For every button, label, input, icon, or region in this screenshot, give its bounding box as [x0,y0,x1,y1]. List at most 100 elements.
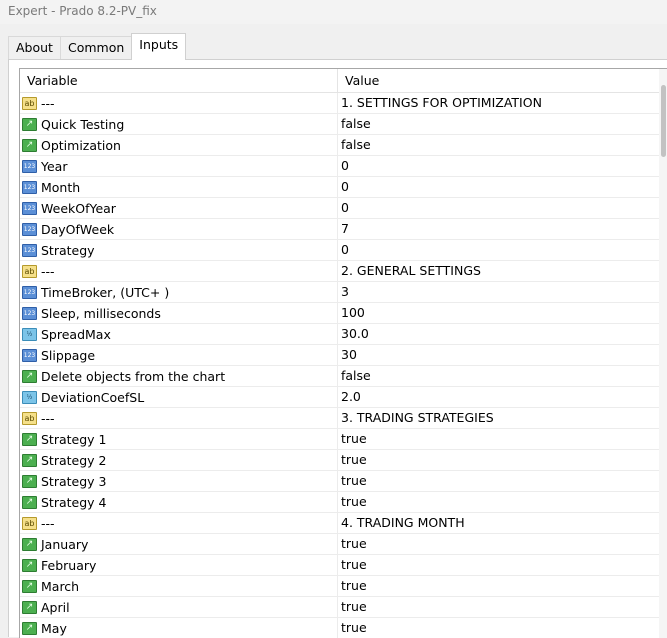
scrollbar-thumb[interactable] [661,85,666,157]
table-row[interactable]: ↗ Strategy 1 true [20,429,667,450]
value-cell[interactable]: true [338,450,651,470]
variable-cell[interactable]: 123 DayOfWeek [20,219,338,239]
double-type-icon: ½ [22,327,37,341]
string-type-icon: ab [22,516,37,530]
table-row[interactable]: ½ SpreadMax 30.0 [20,324,667,345]
variable-cell[interactable]: ↗ Optimization [20,135,338,155]
table-row[interactable]: 123 Strategy 0 [20,240,667,261]
variable-cell[interactable]: 123 WeekOfYear [20,198,338,218]
value-cell[interactable]: true [338,597,651,617]
variable-name: Strategy 3 [41,473,107,489]
table-row[interactable]: ↗ Quick Testing false [20,114,667,135]
tab-about[interactable]: About [8,36,61,60]
variable-cell[interactable]: ↗ Strategy 2 [20,450,338,470]
table-row[interactable]: 123 WeekOfYear 0 [20,198,667,219]
variable-cell[interactable]: ↗ March [20,576,338,596]
variable-cell[interactable]: 123 Slippage [20,345,338,365]
value-cell[interactable]: 7 [338,219,651,239]
value-cell[interactable]: true [338,471,651,491]
variable-name: Delete objects from the chart [41,368,226,384]
variable-cell[interactable]: ½ SpreadMax [20,324,338,344]
boolean-type-icon: ↗ [22,369,37,383]
value-cell[interactable]: false [338,135,651,155]
table-body: ab --- 1. SETTINGS FOR OPTIMIZATION ↗ Quick … [20,93,667,638]
value-cell[interactable]: 0 [338,240,651,260]
value-cell[interactable]: 3. TRADING STRATEGIES [338,408,651,428]
tab-bar: About Common Inputs [8,33,187,60]
table-row[interactable]: 123 TimeBroker, (UTC+ ) 3 [20,282,667,303]
variable-cell[interactable]: 123 TimeBroker, (UTC+ ) [20,282,338,302]
table-row[interactable]: ab --- 2. GENERAL SETTINGS [20,261,667,282]
value-cell[interactable]: false [338,114,651,134]
value-cell[interactable]: 2. GENERAL SETTINGS [338,261,651,281]
table-row[interactable]: 123 Slippage 30 [20,345,667,366]
variable-cell[interactable]: 123 Year [20,156,338,176]
variable-cell[interactable]: ab --- [20,93,338,113]
variable-cell[interactable]: 123 Month [20,177,338,197]
boolean-type-icon: ↗ [22,453,37,467]
integer-type-icon: 123 [22,306,37,320]
value-cell[interactable]: 0 [338,198,651,218]
column-header-value[interactable]: Value [338,69,651,92]
table-row[interactable]: ↗ Strategy 3 true [20,471,667,492]
value-cell[interactable]: true [338,618,651,638]
table-row[interactable]: ↗ Delete objects from the chart false [20,366,667,387]
variable-cell[interactable]: ↗ May [20,618,338,638]
table-row[interactable]: ↗ Optimization false [20,135,667,156]
value-cell[interactable]: 30.0 [338,324,651,344]
variable-name: --- [41,410,55,426]
table-row[interactable]: ↗ April true [20,597,667,618]
table-header: Variable Value [20,69,667,93]
table-row[interactable]: ab --- 1. SETTINGS FOR OPTIMIZATION [20,93,667,114]
variable-name: Quick Testing [41,116,125,132]
value-cell[interactable]: 4. TRADING MONTH [338,513,651,533]
variable-cell[interactable]: ↗ April [20,597,338,617]
value-cell[interactable]: true [338,492,651,512]
table-row[interactable]: ↗ January true [20,534,667,555]
value-cell[interactable]: 30 [338,345,651,365]
value-cell[interactable]: 3 [338,282,651,302]
variable-cell[interactable]: ↗ February [20,555,338,575]
variable-cell[interactable]: ↗ Delete objects from the chart [20,366,338,386]
table-row[interactable]: ↗ March true [20,576,667,597]
table-row[interactable]: ½ DeviationCoefSL 2.0 [20,387,667,408]
value-cell[interactable]: true [338,534,651,554]
table-row[interactable]: ↗ Strategy 4 true [20,492,667,513]
boolean-type-icon: ↗ [22,474,37,488]
value-cell[interactable]: 0 [338,177,651,197]
value-cell[interactable]: true [338,576,651,596]
table-row[interactable]: ↗ February true [20,555,667,576]
variable-cell[interactable]: ↗ Strategy 4 [20,492,338,512]
value-cell[interactable]: true [338,429,651,449]
table-row[interactable]: 123 Sleep, milliseconds 100 [20,303,667,324]
tab-inputs[interactable]: Inputs [131,33,187,60]
variable-name: Strategy 2 [41,452,107,468]
value-cell[interactable]: false [338,366,651,386]
table-row[interactable]: ↗ May true [20,618,667,638]
vertical-scrollbar[interactable] [659,69,667,638]
column-header-variable[interactable]: Variable [20,69,338,92]
value-cell[interactable]: 100 [338,303,651,323]
table-row[interactable]: ab --- 3. TRADING STRATEGIES [20,408,667,429]
variable-cell[interactable]: ↗ Strategy 1 [20,429,338,449]
variable-cell[interactable]: ↗ Quick Testing [20,114,338,134]
variable-cell[interactable]: ab --- [20,408,338,428]
value-cell[interactable]: true [338,555,651,575]
variable-cell[interactable]: 123 Sleep, milliseconds [20,303,338,323]
value-cell[interactable]: 1. SETTINGS FOR OPTIMIZATION [338,93,651,113]
variable-cell[interactable]: ½ DeviationCoefSL [20,387,338,407]
variable-cell[interactable]: ↗ Strategy 3 [20,471,338,491]
variable-cell[interactable]: ab --- [20,513,338,533]
table-row[interactable]: ↗ Strategy 2 true [20,450,667,471]
table-row[interactable]: 123 Month 0 [20,177,667,198]
value-cell[interactable]: 2.0 [338,387,651,407]
tab-common[interactable]: Common [59,36,133,60]
table-row[interactable]: 123 DayOfWeek 7 [20,219,667,240]
variable-cell[interactable]: ↗ January [20,534,338,554]
table-row[interactable]: ab --- 4. TRADING MONTH [20,513,667,534]
value-cell[interactable]: 0 [338,156,651,176]
variable-name: --- [41,263,55,279]
variable-cell[interactable]: 123 Strategy [20,240,338,260]
table-row[interactable]: 123 Year 0 [20,156,667,177]
variable-cell[interactable]: ab --- [20,261,338,281]
